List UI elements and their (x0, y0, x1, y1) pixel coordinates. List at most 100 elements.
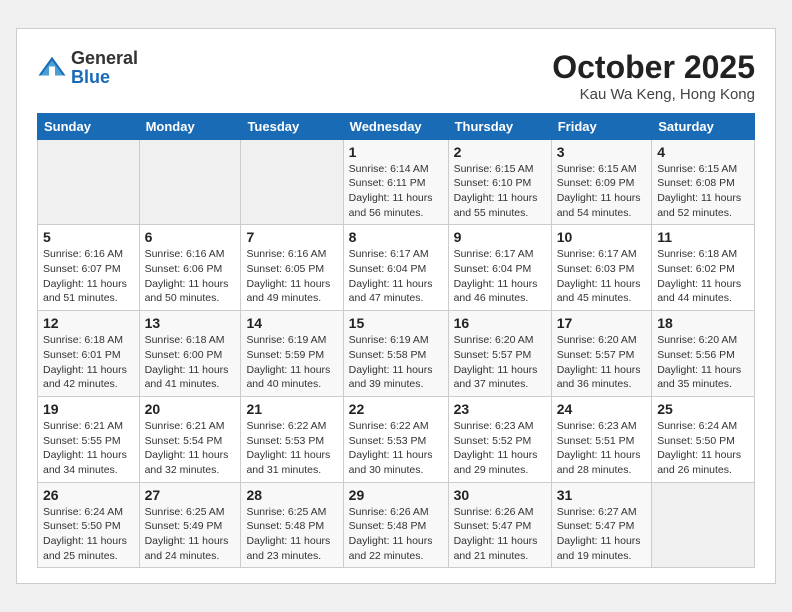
calendar-day-cell: 7 Sunrise: 6:16 AM Sunset: 6:05 PM Daylig… (241, 225, 343, 311)
weekday-header-row: SundayMondayTuesdayWednesdayThursdayFrid… (38, 113, 755, 139)
weekday-header-monday: Monday (139, 113, 241, 139)
day-info: Sunrise: 6:25 AM Sunset: 5:48 PM Dayligh… (246, 505, 337, 564)
day-info: Sunrise: 6:19 AM Sunset: 5:59 PM Dayligh… (246, 333, 337, 392)
day-number: 20 (145, 401, 236, 417)
calendar-day-cell: 3Sunrise: 6:15 AM Sunset: 6:09 PM Daylig… (551, 139, 652, 225)
calendar-day-cell: 4 Sunrise: 6:15 AM Sunset: 6:08 PM Daylig… (652, 139, 755, 225)
calendar-day-cell: 30Sunrise: 6:26 AM Sunset: 5:47 PM Dayli… (448, 482, 551, 568)
calendar-table: SundayMondayTuesdayWednesdayThursdayFrid… (37, 113, 755, 569)
calendar-day-cell: 25Sunrise: 6:24 AM Sunset: 5:50 PM Dayli… (652, 396, 755, 482)
calendar-week-row: 26 Sunrise: 6:24 AM Sunset: 5:50 PM Dayli… (38, 482, 755, 568)
day-info: Sunrise: 6:20 AM Sunset: 5:56 PM Dayligh… (657, 333, 749, 392)
day-info: Sunrise: 6:23 AM Sunset: 5:51 PM Dayligh… (557, 419, 647, 478)
calendar-day-cell (652, 482, 755, 568)
calendar-day-cell: 11 Sunrise: 6:18 AM Sunset: 6:02 PM Dayli… (652, 225, 755, 311)
day-info: Sunrise: 6:23 AM Sunset: 5:52 PM Dayligh… (454, 419, 546, 478)
day-info: Sunrise: 6:17 AM Sunset: 6:04 PM Dayligh… (454, 247, 546, 306)
day-info: Sunrise: 6:21 AM Sunset: 5:55 PM Dayligh… (43, 419, 134, 478)
day-info: Sunrise: 6:22 AM Sunset: 5:53 PM Dayligh… (246, 419, 337, 478)
calendar-day-cell: 24 Sunrise: 6:23 AM Sunset: 5:51 PM Dayli… (551, 396, 652, 482)
logo-blue: Blue (71, 67, 110, 87)
day-number: 21 (246, 401, 337, 417)
day-number: 27 (145, 487, 236, 503)
day-number: 5 (43, 229, 134, 245)
calendar-day-cell: 16 Sunrise: 6:20 AM Sunset: 5:57 PM Dayli… (448, 311, 551, 397)
day-number: 30 (454, 487, 546, 503)
day-info: Sunrise: 6:16 AM Sunset: 6:07 PM Dayligh… (43, 247, 134, 306)
day-number: 11 (657, 229, 749, 245)
day-number: 7 (246, 229, 337, 245)
day-number: 16 (454, 315, 546, 331)
calendar-week-row: 5 Sunrise: 6:16 AM Sunset: 6:07 PM Daylig… (38, 225, 755, 311)
day-number: 4 (657, 144, 749, 160)
weekday-header-thursday: Thursday (448, 113, 551, 139)
day-info: Sunrise: 6:22 AM Sunset: 5:53 PM Dayligh… (349, 419, 443, 478)
calendar-day-cell: 26 Sunrise: 6:24 AM Sunset: 5:50 PM Dayli… (38, 482, 140, 568)
day-info: Sunrise: 6:15 AM Sunset: 6:10 PM Dayligh… (454, 162, 546, 221)
calendar-day-cell: 23 Sunrise: 6:23 AM Sunset: 5:52 PM Dayli… (448, 396, 551, 482)
calendar-day-cell: 21 Sunrise: 6:22 AM Sunset: 5:53 PM Dayli… (241, 396, 343, 482)
weekday-header-wednesday: Wednesday (343, 113, 448, 139)
weekday-header-sunday: Sunday (38, 113, 140, 139)
day-info: Sunrise: 6:24 AM Sunset: 5:50 PM Dayligh… (43, 505, 134, 564)
day-number: 8 (349, 229, 443, 245)
day-info: Sunrise: 6:25 AM Sunset: 5:49 PM Dayligh… (145, 505, 236, 564)
day-info: Sunrise: 6:14 AM Sunset: 6:11 PM Dayligh… (349, 162, 443, 221)
day-number: 3 (557, 144, 647, 160)
calendar-week-row: 19Sunrise: 6:21 AM Sunset: 5:55 PM Dayli… (38, 396, 755, 482)
title-block: October 2025 Kau Wa Keng, Hong Kong (552, 49, 755, 103)
calendar-day-cell: 8 Sunrise: 6:17 AM Sunset: 6:04 PM Daylig… (343, 225, 448, 311)
calendar-day-cell (139, 139, 241, 225)
calendar-day-cell: 19Sunrise: 6:21 AM Sunset: 5:55 PM Dayli… (38, 396, 140, 482)
logo: General Blue (37, 49, 138, 89)
calendar-day-cell: 29 Sunrise: 6:26 AM Sunset: 5:48 PM Dayli… (343, 482, 448, 568)
day-info: Sunrise: 6:17 AM Sunset: 6:03 PM Dayligh… (557, 247, 647, 306)
day-info: Sunrise: 6:26 AM Sunset: 5:48 PM Dayligh… (349, 505, 443, 564)
day-number: 12 (43, 315, 134, 331)
day-info: Sunrise: 6:17 AM Sunset: 6:04 PM Dayligh… (349, 247, 443, 306)
calendar-day-cell (38, 139, 140, 225)
calendar-day-cell: 14Sunrise: 6:19 AM Sunset: 5:59 PM Dayli… (241, 311, 343, 397)
day-number: 1 (349, 144, 443, 160)
location-subtitle: Kau Wa Keng, Hong Kong (552, 86, 755, 103)
day-info: Sunrise: 6:20 AM Sunset: 5:57 PM Dayligh… (454, 333, 546, 392)
calendar-day-cell: 20 Sunrise: 6:21 AM Sunset: 5:54 PM Dayli… (139, 396, 241, 482)
calendar-day-cell: 17Sunrise: 6:20 AM Sunset: 5:57 PM Dayli… (551, 311, 652, 397)
day-info: Sunrise: 6:16 AM Sunset: 6:05 PM Dayligh… (246, 247, 337, 306)
day-info: Sunrise: 6:20 AM Sunset: 5:57 PM Dayligh… (557, 333, 647, 392)
calendar-container: General Blue October 2025 Kau Wa Keng, H… (16, 28, 776, 585)
weekday-header-tuesday: Tuesday (241, 113, 343, 139)
calendar-day-cell: 12Sunrise: 6:18 AM Sunset: 6:01 PM Dayli… (38, 311, 140, 397)
calendar-day-cell: 5 Sunrise: 6:16 AM Sunset: 6:07 PM Daylig… (38, 225, 140, 311)
day-number: 24 (557, 401, 647, 417)
day-number: 31 (557, 487, 647, 503)
calendar-day-cell: 22Sunrise: 6:22 AM Sunset: 5:53 PM Dayli… (343, 396, 448, 482)
calendar-week-row: 12Sunrise: 6:18 AM Sunset: 6:01 PM Dayli… (38, 311, 755, 397)
day-number: 10 (557, 229, 647, 245)
weekday-header-friday: Friday (551, 113, 652, 139)
calendar-day-cell: 28 Sunrise: 6:25 AM Sunset: 5:48 PM Dayli… (241, 482, 343, 568)
logo-general: General (71, 48, 138, 68)
logo-text: General Blue (71, 49, 138, 89)
calendar-header: General Blue October 2025 Kau Wa Keng, H… (37, 49, 755, 103)
day-number: 26 (43, 487, 134, 503)
day-number: 29 (349, 487, 443, 503)
calendar-day-cell: 31Sunrise: 6:27 AM Sunset: 5:47 PM Dayli… (551, 482, 652, 568)
calendar-day-cell: 18Sunrise: 6:20 AM Sunset: 5:56 PM Dayli… (652, 311, 755, 397)
day-info: Sunrise: 6:18 AM Sunset: 6:00 PM Dayligh… (145, 333, 236, 392)
day-info: Sunrise: 6:21 AM Sunset: 5:54 PM Dayligh… (145, 419, 236, 478)
calendar-day-cell: 2Sunrise: 6:15 AM Sunset: 6:10 PM Daylig… (448, 139, 551, 225)
day-number: 9 (454, 229, 546, 245)
calendar-day-cell: 13Sunrise: 6:18 AM Sunset: 6:00 PM Dayli… (139, 311, 241, 397)
logo-icon (37, 53, 67, 83)
day-info: Sunrise: 6:16 AM Sunset: 6:06 PM Dayligh… (145, 247, 236, 306)
calendar-day-cell: 27 Sunrise: 6:25 AM Sunset: 5:49 PM Dayli… (139, 482, 241, 568)
calendar-day-cell: 15Sunrise: 6:19 AM Sunset: 5:58 PM Dayli… (343, 311, 448, 397)
day-number: 23 (454, 401, 546, 417)
day-number: 6 (145, 229, 236, 245)
calendar-day-cell (241, 139, 343, 225)
day-number: 28 (246, 487, 337, 503)
day-info: Sunrise: 6:15 AM Sunset: 6:08 PM Dayligh… (657, 162, 749, 221)
day-info: Sunrise: 6:18 AM Sunset: 6:02 PM Dayligh… (657, 247, 749, 306)
calendar-day-cell: 9 Sunrise: 6:17 AM Sunset: 6:04 PM Daylig… (448, 225, 551, 311)
